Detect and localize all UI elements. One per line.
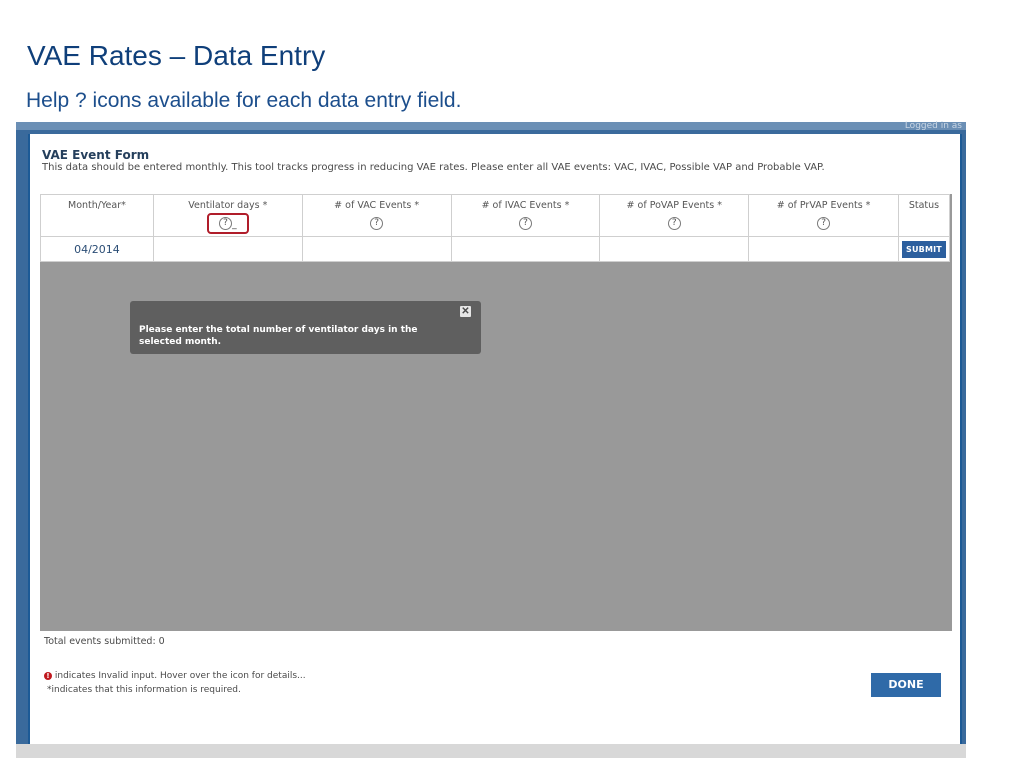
column-label: Month/Year* — [68, 200, 126, 211]
legend-invalid-text: indicates Invalid input. Hover over the … — [54, 671, 306, 681]
column-header-prvap-events: # of PrVAP Events * ? — [748, 194, 899, 237]
total-events-submitted: Total events submitted: 0 — [44, 636, 165, 647]
prvap-events-input[interactable] — [748, 236, 899, 262]
invalid-input-icon: ! — [44, 671, 52, 680]
help-icon[interactable]: ? — [518, 217, 532, 230]
povap-events-input[interactable] — [599, 236, 750, 262]
form-title: VAE Event Form — [42, 148, 150, 162]
logged-in-text: Logged in as — [904, 121, 962, 131]
slide-title: VAE Rates – Data Entry — [27, 40, 326, 71]
tooltip-text: Please enter the total number of ventila… — [139, 325, 418, 347]
column-label: Status — [908, 200, 940, 211]
help-icon[interactable]: ? — [667, 217, 681, 230]
column-label: # of PoVAP Events * — [626, 200, 722, 211]
vae-event-form-modal: VAE Event Form This data should be enter… — [28, 134, 962, 744]
slide-subtitle: Help ? icons available for each data ent… — [26, 89, 462, 112]
help-icon[interactable]: ? — [817, 217, 831, 230]
table-row: 04/2014 SUBMIT — [40, 236, 951, 262]
vac-events-input[interactable] — [301, 236, 452, 262]
column-header-status: Status — [897, 194, 951, 237]
done-button[interactable]: DONE — [871, 673, 941, 697]
cursor-icon: _ — [232, 220, 237, 230]
form-description: This data should be entered monthly. Thi… — [42, 162, 825, 173]
column-label: # of VAC Events * — [334, 200, 420, 211]
status-cell: SUBMIT — [897, 236, 951, 262]
column-header-ventilator-days: Ventilator days * ? _ — [152, 194, 303, 237]
column-label: Ventilator days * — [188, 200, 268, 211]
submit-button[interactable]: SUBMIT — [902, 240, 946, 258]
column-header-month-year: Month/Year* — [40, 194, 154, 237]
column-label: # of IVAC Events * — [481, 200, 570, 211]
column-label: # of PrVAP Events * — [776, 200, 871, 211]
help-highlight-box: ? _ — [207, 213, 249, 234]
close-icon[interactable]: ✕ — [460, 306, 471, 317]
table-header-row: Month/Year* Ventilator days * ? _ # of VA… — [40, 194, 951, 237]
data-entry-grid: Month/Year* Ventilator days * ? _ # of VA… — [40, 194, 952, 631]
ventilator-days-input[interactable] — [152, 236, 303, 262]
help-tooltip: ✕ Please enter the total number of venti… — [130, 301, 481, 354]
background-footer — [16, 744, 966, 758]
ivac-events-input[interactable] — [450, 236, 601, 262]
month-year-cell: 04/2014 — [40, 236, 154, 262]
column-header-ivac-events: # of IVAC Events * ? — [450, 194, 601, 237]
column-header-vac-events: # of VAC Events * ? — [301, 194, 452, 237]
data-entry-table: Month/Year* Ventilator days * ? _ # of VA… — [40, 194, 951, 262]
help-icon[interactable]: ? — [219, 217, 233, 230]
help-icon[interactable]: ? — [370, 217, 384, 230]
legend-required-field: *indicates that this information is requ… — [47, 685, 241, 695]
column-header-povap-events: # of PoVAP Events * ? — [599, 194, 750, 237]
background-header: Logged in as — [16, 121, 966, 131]
legend-invalid-input: ! indicates Invalid input. Hover over th… — [44, 671, 306, 681]
